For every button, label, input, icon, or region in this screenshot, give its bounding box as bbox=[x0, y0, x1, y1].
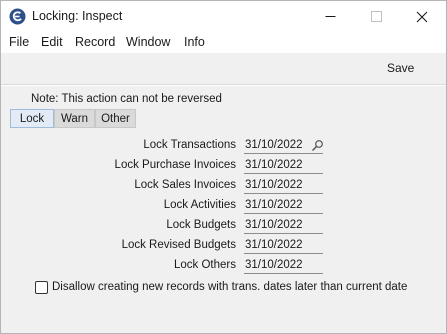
tab-other[interactable]: Other bbox=[95, 109, 136, 128]
lock-sales-invoices-field[interactable]: 31/10/2022 bbox=[244, 179, 323, 194]
menu-edit[interactable]: Edit bbox=[41, 35, 63, 49]
field-label: Lock Purchase Invoices bbox=[114, 159, 236, 171]
field-label: Lock Transactions bbox=[143, 139, 236, 151]
minimize-button[interactable] bbox=[307, 1, 353, 32]
maximize-icon bbox=[370, 11, 382, 22]
maximize-button[interactable] bbox=[353, 1, 399, 32]
warning-note: Note: This action can not be reversed bbox=[31, 93, 222, 105]
button-bar: Save bbox=[1, 53, 446, 85]
menu-info[interactable]: Info bbox=[184, 35, 205, 49]
field-label: Lock Revised Budgets bbox=[121, 239, 236, 251]
field-row-lock-transactions: Lock Transactions 31/10/2022 bbox=[1, 136, 446, 156]
lock-revised-budgets-field[interactable]: 31/10/2022 bbox=[244, 239, 323, 254]
minimize-icon bbox=[325, 16, 335, 17]
menu-window[interactable]: Window bbox=[126, 35, 170, 49]
field-row-lock-sales-invoices: Lock Sales Invoices 31/10/2022 bbox=[1, 176, 446, 196]
lock-others-field[interactable]: 31/10/2022 bbox=[244, 259, 323, 274]
tab-lock[interactable]: Lock bbox=[10, 109, 54, 128]
save-button[interactable]: Save bbox=[387, 61, 414, 75]
lock-purchase-invoices-field[interactable]: 31/10/2022 bbox=[244, 159, 323, 174]
field-label: Lock Activities bbox=[163, 199, 236, 211]
title-bar[interactable]: Locking: Inspect bbox=[1, 1, 446, 32]
field-label: Lock Budgets bbox=[166, 219, 236, 231]
record-content: Note: This action can not be reversed Lo… bbox=[1, 86, 446, 333]
lock-budgets-field[interactable]: 31/10/2022 bbox=[244, 219, 323, 234]
field-label: Lock Others bbox=[174, 259, 236, 271]
field-row-lock-activities: Lock Activities 31/10/2022 bbox=[1, 196, 446, 216]
field-row-lock-budgets: Lock Budgets 31/10/2022 bbox=[1, 216, 446, 236]
field-row-lock-revised-budgets: Lock Revised Budgets 31/10/2022 bbox=[1, 236, 446, 256]
checkbox-label: Disallow creating new records with trans… bbox=[52, 281, 408, 293]
menu-bar: File Edit Record Window Info bbox=[1, 32, 446, 53]
inspect-window: Locking: Inspect File Edit Record Window… bbox=[0, 0, 447, 334]
field-label: Lock Sales Invoices bbox=[134, 179, 236, 191]
lock-activities-field[interactable]: 31/10/2022 bbox=[244, 199, 323, 214]
close-icon bbox=[416, 11, 428, 22]
close-button[interactable] bbox=[399, 1, 445, 32]
app-logo-icon bbox=[9, 8, 26, 25]
field-row-lock-purchase-invoices: Lock Purchase Invoices 31/10/2022 bbox=[1, 156, 446, 176]
tab-warn[interactable]: Warn bbox=[54, 109, 95, 128]
menu-file[interactable]: File bbox=[9, 35, 29, 49]
field-row-lock-others: Lock Others 31/10/2022 bbox=[1, 256, 446, 276]
disallow-future-dates-checkbox[interactable] bbox=[35, 281, 48, 294]
menu-record[interactable]: Record bbox=[75, 35, 115, 49]
window-title: Locking: Inspect bbox=[32, 9, 123, 23]
magnifier-icon[interactable] bbox=[311, 139, 324, 152]
